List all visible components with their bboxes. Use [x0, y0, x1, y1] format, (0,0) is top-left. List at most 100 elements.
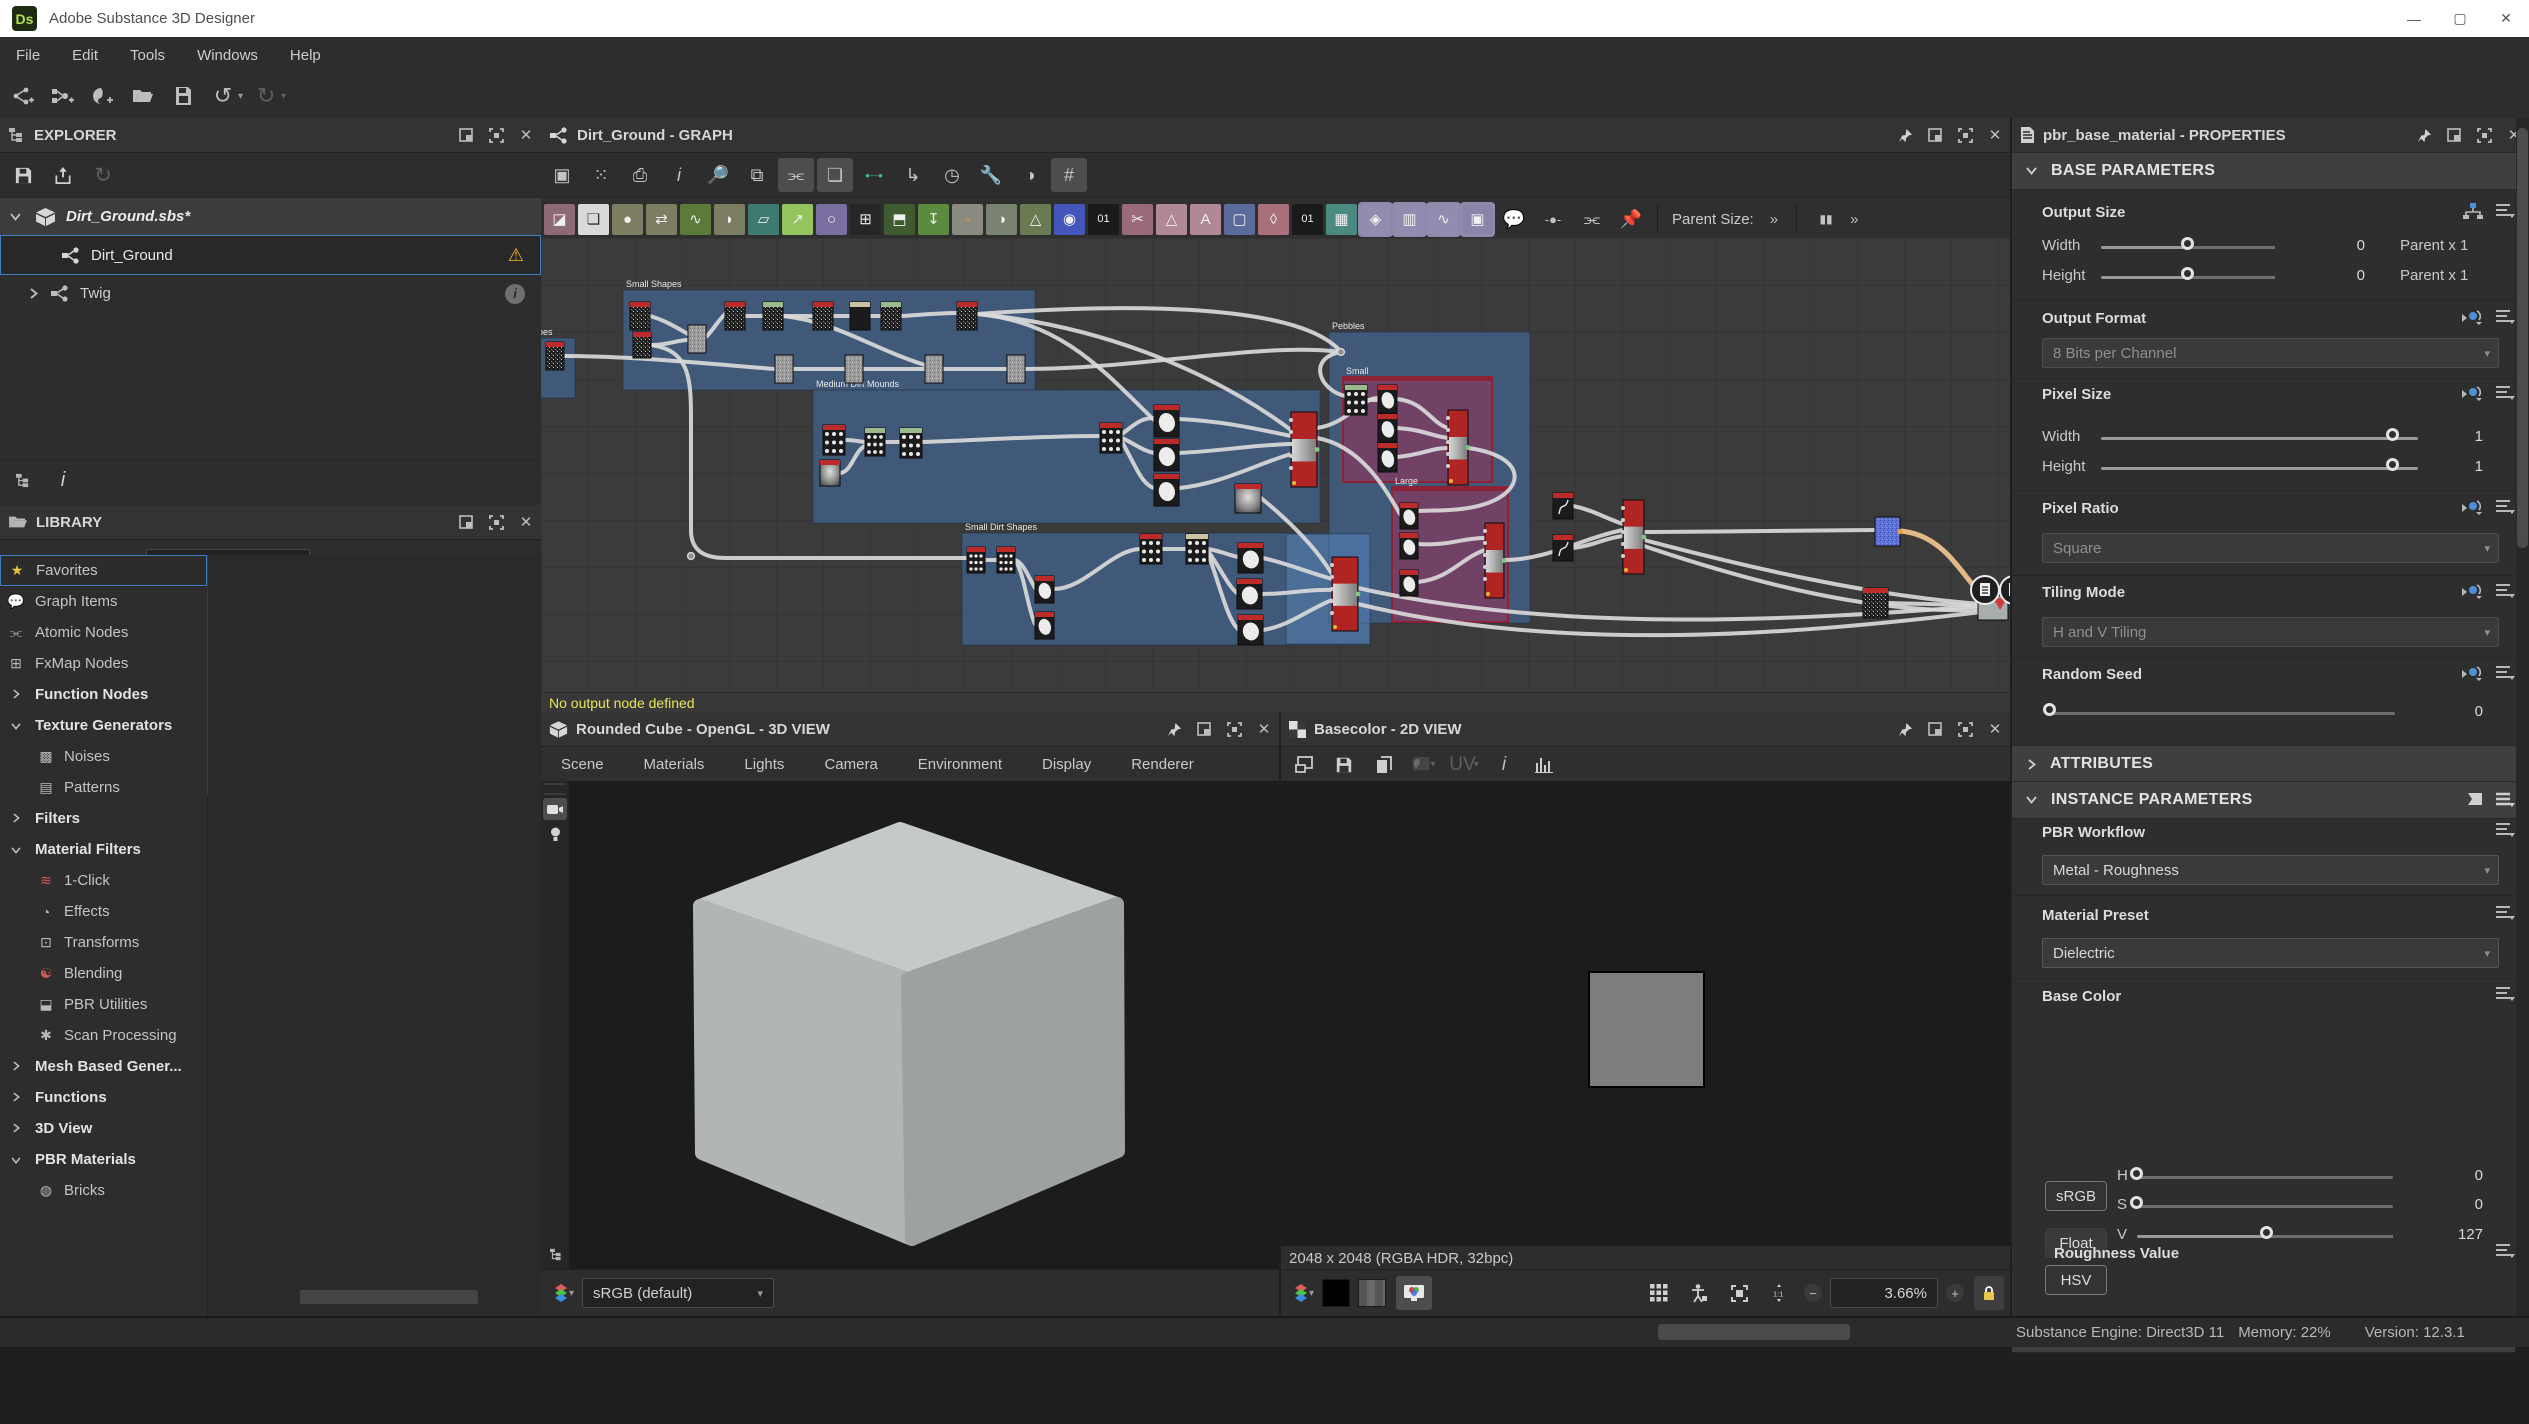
close-button[interactable]: ✕: [2483, 0, 2529, 37]
graph-node-blob[interactable]: [1238, 543, 1263, 573]
pin-icon[interactable]: [1159, 717, 1189, 741]
graph-node-grayn[interactable]: [688, 325, 706, 353]
library-item-material-filters[interactable]: Material Filters: [0, 834, 207, 865]
graph-wire[interactable]: [845, 440, 865, 442]
library-hscrollbar-thumb[interactable]: [300, 1290, 478, 1304]
view3d-menu-materials[interactable]: Materials: [624, 756, 725, 773]
graph-node-blend[interactable]: [1621, 500, 1646, 574]
zoom-level-field[interactable]: 3.66%: [1830, 1278, 1938, 1308]
node-palette-icon-19[interactable]: △: [1156, 204, 1187, 235]
pixel-size-icons[interactable]: [2461, 384, 2515, 402]
layers-icon[interactable]: ❏: [817, 158, 853, 192]
view3d-menu-camera[interactable]: Camera: [804, 756, 897, 773]
pin-node-icon[interactable]: 📌: [1613, 202, 1649, 236]
graph-node-noise[interactable]: [630, 302, 650, 330]
colorspace-layers-icon[interactable]: [1291, 1284, 1311, 1303]
v-thumb[interactable]: [2260, 1226, 2273, 1239]
graph-node-dots[interactable]: [1100, 423, 1122, 453]
properties-scrollbar[interactable]: [2516, 118, 2529, 1316]
graph-node-dots[interactable]: [997, 547, 1015, 573]
node-palette-icon-10[interactable]: ⊞: [850, 204, 881, 235]
info-icon[interactable]: i: [505, 284, 525, 304]
graph-mode-icon[interactable]: ⫘: [778, 158, 814, 192]
palette-dim-icon[interactable]: ▾: [1407, 750, 1441, 780]
library-item-mesh-based-gener-[interactable]: Mesh Based Gener...: [0, 1051, 207, 1082]
comment-icon[interactable]: 💬: [1496, 202, 1532, 236]
save-all-icon[interactable]: [166, 81, 200, 111]
graph-node-blob[interactable]: [1378, 414, 1397, 442]
redo-icon[interactable]: ↻: [249, 81, 283, 111]
graph-node-blend[interactable]: [1330, 557, 1360, 631]
library-item-fxmap-nodes[interactable]: ⊞FxMap Nodes: [0, 648, 207, 679]
pin-icon[interactable]: [1890, 717, 1920, 741]
base-color-icons[interactable]: [2495, 986, 2515, 1002]
view3d-viewport[interactable]: [541, 781, 1279, 1270]
pin-icon[interactable]: [2409, 123, 2439, 147]
graph-node-grayn[interactable]: [775, 355, 793, 383]
node-palette-icon-8[interactable]: ↗: [782, 204, 813, 235]
random-seed-thumb[interactable]: [2043, 703, 2056, 716]
view3d-menu-scene[interactable]: Scene: [541, 756, 624, 773]
chevron-right-icon[interactable]: [30, 288, 38, 299]
graph-node-blob[interactable]: [1237, 579, 1262, 609]
graph-node-noise[interactable]: [546, 342, 564, 370]
uv-toggle[interactable]: UV▾: [1447, 750, 1481, 780]
graph-node-dots[interactable]: [1345, 385, 1367, 415]
graph-row-selected[interactable]: Dirt_Ground ⚠: [0, 235, 541, 275]
node-palette-icon-25[interactable]: ◈: [1360, 204, 1391, 235]
graph-node-noise[interactable]: [813, 302, 833, 330]
background-swatch-black[interactable]: [1322, 1279, 1350, 1307]
node-palette-icon-28[interactable]: ▣: [1462, 204, 1493, 235]
node-palette-icon-20[interactable]: A: [1190, 204, 1221, 235]
library-item-scan-processing[interactable]: ✱Scan Processing: [0, 1020, 207, 1051]
library-item-atomic-nodes[interactable]: ⫘Atomic Nodes: [0, 617, 207, 648]
graph-node-squig[interactable]: [1553, 493, 1573, 519]
zoom-out-button[interactable]: −: [1804, 1284, 1822, 1302]
node-palette-icon-24[interactable]: ▦: [1326, 204, 1357, 235]
random-seed-slider[interactable]: [2050, 712, 2395, 715]
elbow-icon[interactable]: ↳: [895, 158, 931, 192]
graph-node-blob[interactable]: [1238, 615, 1263, 645]
graph-node-dots[interactable]: [1140, 534, 1162, 564]
actual-size-icon[interactable]: ⁙: [583, 158, 619, 192]
graph-node-blend[interactable]: [1483, 523, 1506, 598]
pbr-workflow-icons[interactable]: [2495, 822, 2515, 838]
package-row[interactable]: Dirt_Ground.sbs*: [0, 198, 541, 235]
library-item-blending[interactable]: ☯Blending: [0, 958, 207, 989]
export-icon[interactable]: [46, 160, 80, 190]
close-panel-icon[interactable]: ✕: [511, 510, 541, 534]
node-palette-icon-12[interactable]: ↧: [918, 204, 949, 235]
camera-view-icon[interactable]: [543, 798, 567, 820]
node-palette-icon-18[interactable]: ✂: [1122, 204, 1153, 235]
save-icon[interactable]: [6, 160, 40, 190]
physical-size-icon[interactable]: [1682, 1278, 1716, 1308]
graph-frame-small-shapes[interactable]: Small Shapes: [623, 279, 1035, 390]
hsv-button[interactable]: HSV: [2045, 1265, 2107, 1295]
tiling-mode-select[interactable]: H and V Tiling▾: [2042, 617, 2499, 647]
copy-icon[interactable]: [1367, 750, 1401, 780]
new-function-icon[interactable]: [46, 81, 80, 111]
node-size-icon[interactable]: ▮▮: [1808, 202, 1844, 236]
graph-node-blob[interactable]: [1400, 503, 1418, 529]
maximize-button[interactable]: ▢: [2437, 0, 2483, 37]
zoom-lock-button[interactable]: [1974, 1276, 2004, 1310]
menu-file[interactable]: File: [0, 37, 56, 74]
library-item-texture-generators[interactable]: Texture Generators: [0, 710, 207, 741]
dot-link-icon[interactable]: -●-: [1535, 202, 1571, 236]
light-icon[interactable]: [543, 823, 567, 845]
graph-node-normal[interactable]: [1875, 517, 1903, 546]
subgraph-icon[interactable]: ⫘: [1574, 202, 1610, 236]
maximize-panel-icon[interactable]: [1219, 717, 1249, 741]
zoom-in-button[interactable]: +: [1946, 1284, 1964, 1302]
node-palette-icon-7[interactable]: ▱: [748, 204, 779, 235]
wire-junction-dot[interactable]: [688, 553, 695, 560]
display-rgb-toggle[interactable]: [1396, 1276, 1432, 1310]
graph-node-blob[interactable]: [1035, 612, 1054, 639]
graph-node-noisec[interactable]: [1235, 484, 1261, 513]
undo-dropdown-icon[interactable]: ▾: [238, 91, 243, 102]
node-palette-icon-22[interactable]: ◊: [1258, 204, 1289, 235]
graph-node-grayn[interactable]: [845, 355, 863, 383]
node-palette-icon-21[interactable]: ▢: [1224, 204, 1255, 235]
new-substance-icon[interactable]: [6, 81, 40, 111]
graph-node-dots[interactable]: [1186, 534, 1208, 564]
